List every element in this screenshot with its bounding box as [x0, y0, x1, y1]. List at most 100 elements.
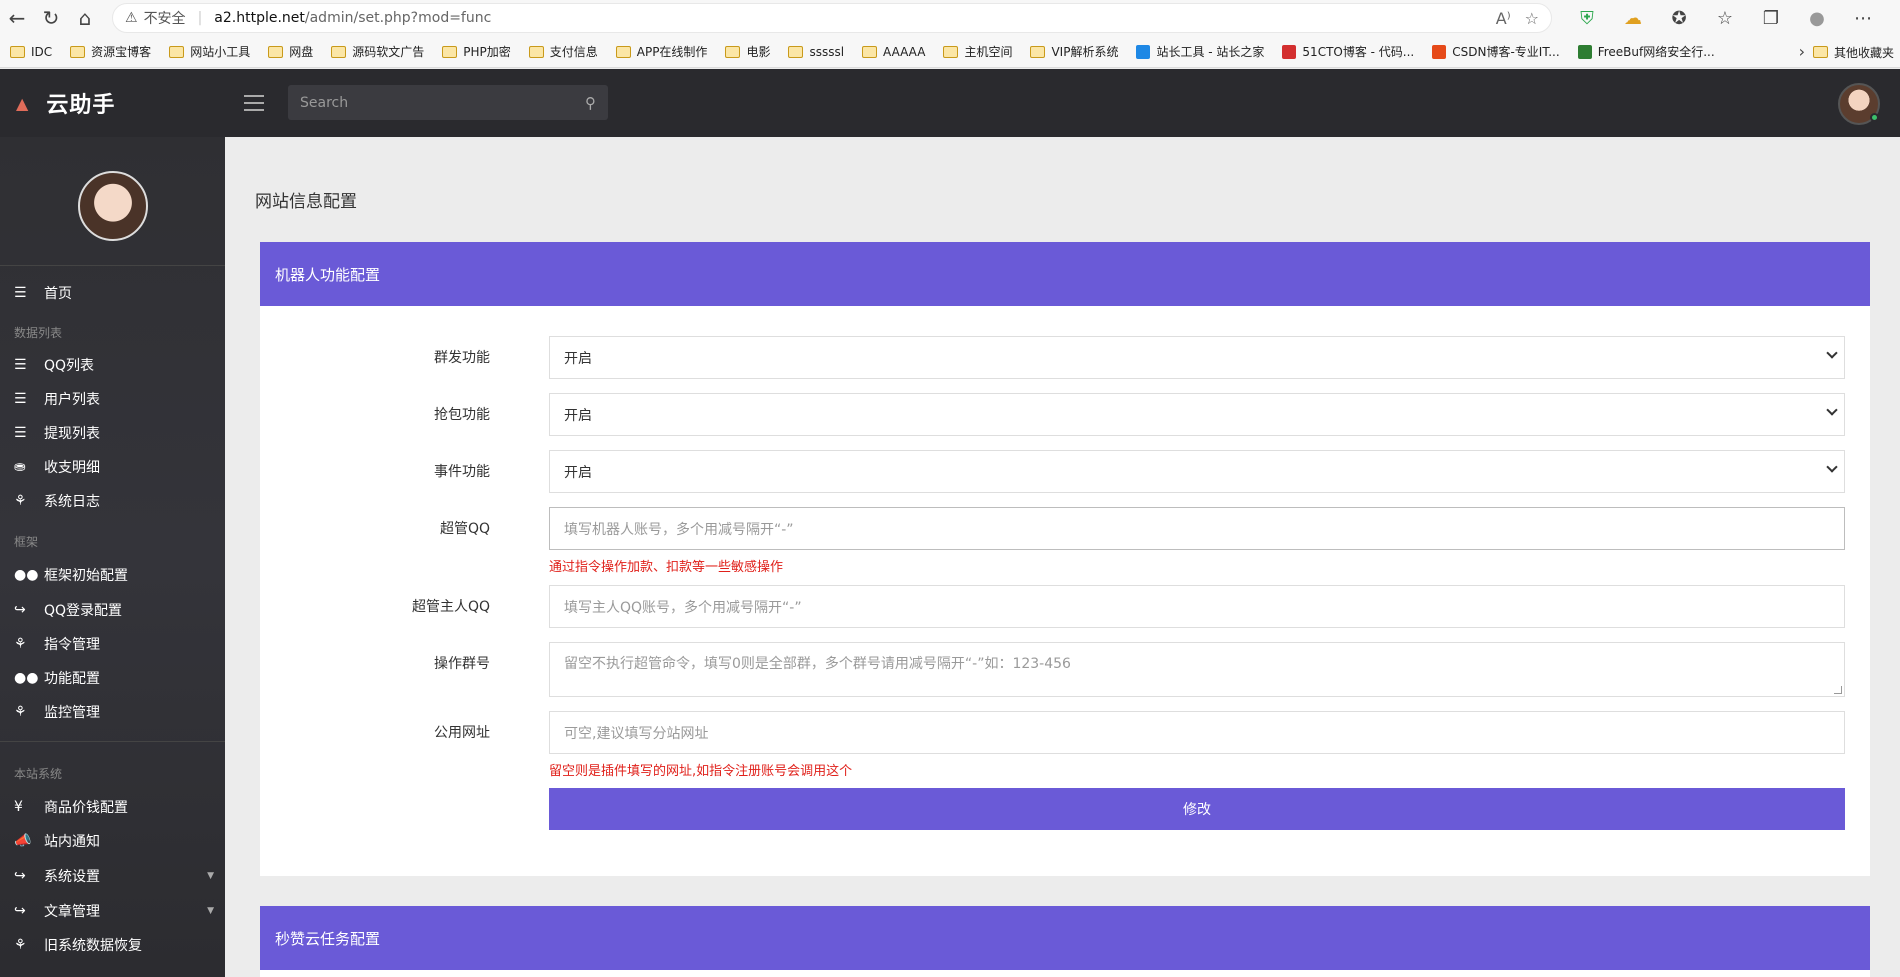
event-select[interactable]: 开启: [549, 450, 1845, 493]
search-box: ⚲: [288, 85, 608, 120]
menu-toggle-icon[interactable]: [244, 95, 264, 111]
search-input[interactable]: [300, 94, 585, 111]
database-icon: ⛂: [14, 459, 26, 475]
sidebar-section-data: 数据列表: [14, 326, 63, 340]
sign-in-icon: ↪: [14, 903, 26, 919]
panel-title: 秒赞云任务配置: [260, 906, 1870, 970]
sidebar-avatar[interactable]: [78, 171, 148, 241]
shield-icon[interactable]: ⛨: [1564, 8, 1610, 29]
refresh-icon[interactable]: ↻: [34, 0, 68, 36]
cloud-icon[interactable]: ☁: [1610, 8, 1656, 29]
submit-button[interactable]: 修改: [549, 788, 1845, 830]
folder-icon: [442, 45, 458, 58]
app-name: 云助手: [46, 93, 116, 118]
panel-title: 机器人功能配置: [260, 242, 1870, 306]
search-icon[interactable]: ⚲: [585, 94, 596, 112]
read-aloud-icon[interactable]: A⁾: [1496, 9, 1511, 28]
bookmark-item[interactable]: 源码软文广告: [331, 43, 424, 60]
cloud-task-panel: 秒赞云任务配置: [260, 906, 1870, 977]
admin-qq-label: 超管QQ: [439, 521, 490, 537]
owner-qq-input[interactable]: 填写主人QQ账号，多个用减号隔开“-”: [549, 585, 1845, 628]
mass-send-select[interactable]: 开启: [549, 336, 1845, 379]
grab-select[interactable]: 开启: [549, 393, 1845, 436]
mass-send-label: 群发功能: [434, 350, 490, 366]
url-path: /admin/set.php?mod=func: [304, 10, 492, 26]
sidebar-item-monitor-mgmt[interactable]: ⚘ 监控管理: [14, 698, 214, 726]
bookmark-item[interactable]: APP在线制作: [615, 43, 707, 60]
bookmark-item[interactable]: 51CTO博客 - 代码...: [1282, 43, 1414, 60]
bookmark-item[interactable]: sssssl: [788, 45, 844, 59]
grab-label: 抢包功能: [434, 407, 490, 423]
event-label: 事件功能: [434, 464, 490, 480]
caret-down-icon: ▼: [207, 871, 214, 881]
bookmark-item[interactable]: IDC: [10, 45, 52, 59]
chevron-down-icon: [1826, 461, 1838, 473]
sitemap-icon: ⚘: [14, 704, 27, 720]
bookmark-item[interactable]: CSDN博客-专业IT...: [1432, 43, 1560, 60]
sitemap-icon: ⚘: [14, 636, 27, 652]
public-url-input[interactable]: 可空,建议填写分站网址: [549, 711, 1845, 754]
home-icon[interactable]: ⌂: [68, 0, 102, 36]
collections-icon[interactable]: ❐: [1748, 8, 1794, 29]
profile-icon[interactable]: ●: [1794, 8, 1840, 29]
back-icon[interactable]: ←: [0, 0, 34, 36]
admin-qq-input[interactable]: 填写机器人账号，多个用减号隔开“-”: [549, 507, 1845, 550]
app-logo[interactable]: ▲ 云助手: [0, 69, 225, 137]
sidebar: ☰ 首页 数据列表 ☰ QQ列表 ☰ 用户列表 ☰ 提现列表 ⛂ 收支明细 ⚘ 系统日志 框…: [0, 137, 225, 977]
address-bar[interactable]: ⚠ 不安全 | a2.httple.net/admin/set.php?mod=…: [112, 3, 1552, 33]
sidebar-item-withdraw-list[interactable]: ☰ 提现列表: [14, 419, 214, 447]
robot-config-panel: 机器人功能配置 群发功能 开启 抢包功能 开启 事件功能 开启 超管QQ 填写机…: [260, 242, 1870, 876]
op-group-textarea[interactable]: 留空不执行超管命令，填写0则是全部群，多个群号请用减号隔开“-”如：123-45…: [549, 642, 1845, 697]
sidebar-item-qq-list[interactable]: ☰ QQ列表: [14, 351, 214, 379]
user-avatar[interactable]: [1838, 83, 1880, 125]
sign-in-icon: ↪: [14, 868, 26, 884]
public-url-hint: 留空则是插件填写的网址,如指令注册账号会调用这个: [549, 764, 853, 779]
list-icon: ☰: [14, 285, 27, 301]
resize-grip-icon[interactable]: [1834, 686, 1842, 694]
sidebar-item-command-mgmt[interactable]: ⚘ 指令管理: [14, 630, 214, 658]
users-icon: ●●: [14, 670, 39, 686]
site-icon: [1432, 44, 1447, 59]
folder-icon: [1812, 46, 1828, 58]
bookmark-item[interactable]: 网盘: [268, 43, 313, 60]
sidebar-item-income-detail[interactable]: ⛂ 收支明细: [14, 453, 214, 481]
sidebar-item-old-restore[interactable]: ⚘ 旧系统数据恢复: [14, 931, 214, 959]
sidebar-item-user-list[interactable]: ☰ 用户列表: [14, 385, 214, 413]
sidebar-item-site-notice[interactable]: 📣 站内通知: [14, 827, 214, 855]
sidebar-item-func-config[interactable]: ●● 功能配置: [14, 664, 214, 692]
online-status-icon: [1870, 113, 1879, 122]
favorites-icon[interactable]: ☆: [1702, 8, 1748, 29]
bookmark-item[interactable]: VIP解析系统: [1030, 43, 1118, 60]
security-label: 不安全: [143, 11, 186, 27]
public-url-label: 公用网址: [434, 725, 490, 741]
bookmark-item[interactable]: PHP加密: [442, 43, 511, 60]
owner-qq-label: 超管主人QQ: [411, 599, 490, 615]
sidebar-item-home[interactable]: ☰ 首页: [14, 279, 214, 307]
sidebar-section-site: 本站系统: [14, 767, 63, 781]
folder-icon: [10, 45, 25, 58]
sidebar-item-price-config[interactable]: ¥ 商品价钱配置: [14, 793, 214, 821]
bookmark-item[interactable]: 支付信息: [528, 43, 598, 60]
bookmark-item[interactable]: AAAAA: [862, 45, 925, 59]
favorite-icon[interactable]: ☆: [1525, 9, 1539, 28]
admin-qq-hint: 通过指令操作加款、扣款等一些敏感操作: [549, 560, 784, 575]
sidebar-item-article-mgmt[interactable]: ↪ 文章管理 ▼: [14, 897, 214, 925]
op-group-label: 操作群号: [434, 656, 490, 672]
bullhorn-icon: 📣: [14, 833, 32, 849]
bookmark-item[interactable]: 资源宝博客: [70, 43, 151, 60]
sidebar-item-qq-login[interactable]: ↪ QQ登录配置: [14, 596, 214, 624]
bookmark-item[interactable]: 网站小工具: [169, 43, 250, 60]
main-content: 网站信息配置 机器人功能配置 群发功能 开启 抢包功能 开启 事件功能 开启 超…: [225, 137, 1900, 977]
more-icon[interactable]: ⋯: [1840, 8, 1886, 29]
folder-icon: [70, 45, 86, 58]
bookmark-item[interactable]: 电影: [725, 43, 770, 60]
extensions-icon[interactable]: ✪: [1656, 8, 1702, 29]
sidebar-item-frame-init[interactable]: ●● 框架初始配置: [14, 561, 214, 589]
bookmark-item[interactable]: FreeBuf网络安全行...: [1577, 43, 1715, 60]
bookmark-item[interactable]: 主机空间: [943, 43, 1012, 60]
sidebar-item-system-log[interactable]: ⚘ 系统日志: [14, 487, 214, 515]
sidebar-item-system-settings[interactable]: ↪ 系统设置 ▼: [14, 862, 214, 890]
sitemap-icon: ⚘: [14, 493, 27, 509]
bookmark-other[interactable]: 其他收藏夹: [1804, 36, 1900, 67]
bookmark-item[interactable]: 站长工具 - 站长之家: [1136, 43, 1264, 60]
